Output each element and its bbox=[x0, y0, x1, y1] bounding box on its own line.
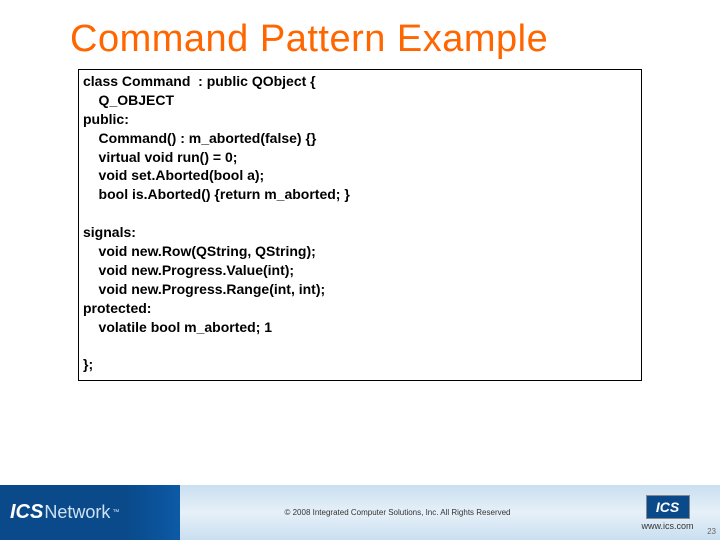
footer-mid: © 2008 Integrated Computer Solutions, In… bbox=[180, 485, 615, 540]
copyright-text: © 2008 Integrated Computer Solutions, In… bbox=[284, 508, 510, 517]
footer: ICSNetwork™ © 2008 Integrated Computer S… bbox=[0, 485, 720, 540]
code-line: signals: bbox=[83, 224, 136, 240]
code-line: protected: bbox=[83, 300, 151, 316]
logo-tm: ™ bbox=[112, 509, 119, 516]
logo-text-network: Network bbox=[44, 502, 110, 523]
code-line: volatile bool m_aborted; 1 bbox=[83, 319, 272, 335]
footer-logo-left: ICSNetwork™ bbox=[0, 485, 180, 540]
code-line: void set.Aborted(bool a); bbox=[83, 167, 264, 183]
code-line: }; bbox=[83, 356, 93, 372]
code-line: public: bbox=[83, 111, 129, 127]
code-block: class Command : public QObject { Q_OBJEC… bbox=[78, 69, 642, 381]
slide-title: Command Pattern Example bbox=[0, 0, 720, 61]
logo-text-ics: ICS bbox=[10, 501, 43, 524]
code-line: class Command : public QObject { bbox=[83, 73, 316, 89]
code-line: virtual void run() = 0; bbox=[83, 149, 237, 165]
code-line: void new.Progress.Range(int, int); bbox=[83, 281, 325, 297]
code-line: Q_OBJECT bbox=[83, 92, 174, 108]
page-number: 23 bbox=[707, 527, 716, 536]
code-line: void new.Row(QString, QString); bbox=[83, 243, 316, 259]
footer-right: ICS www.ics.com bbox=[615, 485, 720, 540]
ics-small-logo: ICS bbox=[646, 495, 690, 519]
footer-url: www.ics.com bbox=[641, 521, 693, 531]
code-line: Command() : m_aborted(false) {} bbox=[83, 130, 316, 146]
code-line: void new.Progress.Value(int); bbox=[83, 262, 294, 278]
code-line: bool is.Aborted() {return m_aborted; } bbox=[83, 186, 350, 202]
